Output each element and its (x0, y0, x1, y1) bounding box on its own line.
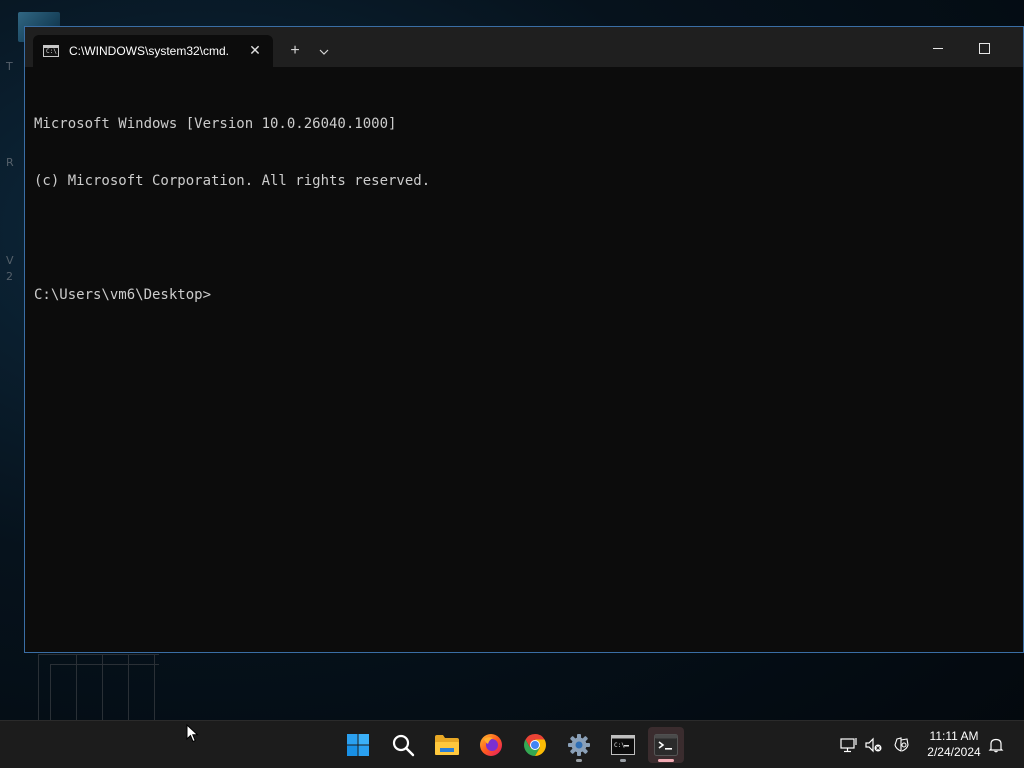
terminal-window: C:\ C:\WINDOWS\system32\cmd. ✕ + Microso… (24, 26, 1024, 653)
search-icon (392, 734, 415, 757)
network-icon (840, 738, 857, 753)
network-button[interactable] (839, 735, 859, 755)
desktop-label-fragment: 2 (6, 270, 13, 283)
console-output[interactable]: Microsoft Windows [Version 10.0.26040.10… (34, 77, 1015, 644)
desktop-wallpaper-pattern (36, 654, 160, 721)
file-explorer-button[interactable] (429, 727, 465, 763)
gear-icon (568, 734, 590, 756)
tab-title: C:\WINDOWS\system32\cmd. (69, 44, 230, 58)
minimize-button[interactable] (915, 33, 961, 63)
command-prompt-button[interactable]: C:\ (605, 727, 641, 763)
minimize-icon (933, 47, 943, 49)
title-bar[interactable]: C:\ C:\WINDOWS\system32\cmd. ✕ + (25, 27, 1023, 67)
taskbar: C:\ 11:11 AM 2/24/2024 (0, 720, 1024, 768)
running-indicator (576, 759, 582, 762)
active-indicator (658, 759, 674, 762)
svg-text:C:\: C:\ (614, 742, 625, 749)
tab-cmd[interactable]: C:\ C:\WINDOWS\system32\cmd. ✕ (33, 35, 273, 67)
firefox-button[interactable] (473, 727, 509, 763)
windows-logo-icon (347, 734, 369, 756)
settings-button[interactable] (561, 727, 597, 763)
clock-date: 2/24/2024 (927, 745, 981, 759)
folder-icon (435, 735, 459, 755)
volume-button[interactable] (864, 735, 884, 755)
terminal-icon (654, 734, 678, 756)
desktop-label-fragment: V (6, 254, 14, 267)
maximize-button[interactable] (961, 33, 1007, 63)
shield-icon (894, 737, 909, 752)
desktop-label-fragment: T (6, 60, 13, 73)
chrome-icon (524, 734, 546, 756)
clock[interactable]: 11:11 AM 2/24/2024 (918, 728, 990, 760)
mouse-cursor-icon (186, 724, 199, 743)
desktop-label-fragment: R (6, 156, 14, 169)
console-line: (c) Microsoft Corporation. All rights re… (34, 173, 431, 189)
chrome-button[interactable] (517, 727, 553, 763)
bell-icon (988, 738, 1004, 753)
clock-time: 11:11 AM (929, 729, 979, 743)
search-button[interactable] (385, 727, 421, 763)
notifications-button[interactable] (986, 735, 1006, 755)
tab-dropdown-button[interactable] (312, 39, 336, 63)
start-button[interactable] (340, 727, 376, 763)
console-line: Microsoft Windows [Version 10.0.26040.10… (34, 116, 397, 132)
terminal-button[interactable] (648, 727, 684, 763)
maximize-icon (978, 42, 990, 54)
cmd-icon: C:\ (611, 735, 635, 755)
new-tab-button[interactable]: + (283, 39, 307, 63)
close-tab-button[interactable]: ✕ (247, 42, 263, 58)
volume-muted-icon (865, 737, 882, 753)
command-prompt[interactable]: C:\Users\vm6\Desktop> (34, 286, 1015, 305)
chevron-down-icon (319, 49, 329, 55)
running-indicator (620, 759, 626, 762)
cmd-icon: C:\ (43, 45, 59, 57)
security-button[interactable] (891, 735, 911, 755)
firefox-icon (480, 734, 502, 756)
